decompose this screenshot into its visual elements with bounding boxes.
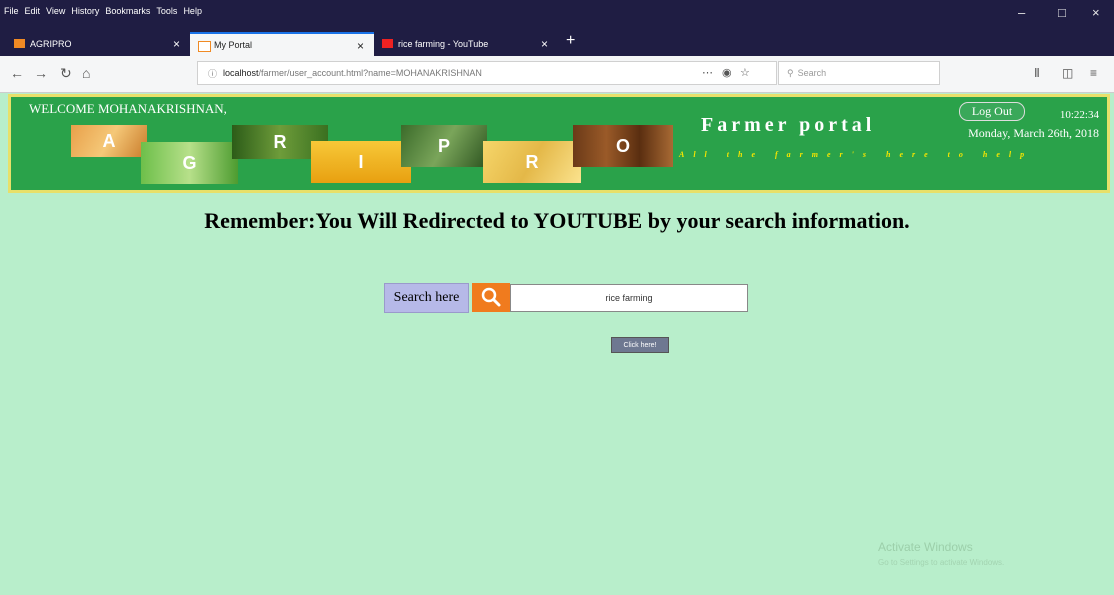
magnifier-icon: [481, 287, 501, 307]
menu-history[interactable]: History: [71, 6, 99, 16]
activate-windows-subtext: Go to Settings to activate Windows.: [878, 558, 1005, 567]
tab-label: rice farming - YouTube: [398, 39, 489, 49]
youtube-favicon-icon: [382, 39, 393, 48]
search-icon: ⚲: [787, 67, 794, 78]
menu-view[interactable]: View: [46, 6, 65, 16]
close-window-icon[interactable]: ×: [1092, 5, 1100, 20]
portal-tagline: All the farmer's here to help: [679, 150, 1034, 159]
letter-tile-o: O: [573, 125, 673, 167]
letter-tile-i: I: [311, 141, 411, 183]
page-header-banner: WELCOME MOHANAKRISHNAN, A G R I P R O Fa…: [8, 94, 1110, 193]
portal-title: Farmer portal: [701, 114, 876, 136]
close-tab-icon[interactable]: ×: [541, 37, 548, 51]
sidebar-icon[interactable]: ◫: [1062, 66, 1073, 80]
menu-list: File Edit View History Bookmarks Tools H…: [4, 6, 202, 16]
agripro-favicon-icon: [14, 39, 25, 48]
page-actions-icon[interactable]: ⋯: [702, 66, 713, 79]
menu-bookmarks[interactable]: Bookmarks: [105, 6, 150, 16]
tab-agripro[interactable]: AGRIPRO ×: [6, 32, 190, 56]
close-tab-icon[interactable]: ×: [357, 39, 364, 53]
window-menubar: File Edit View History Bookmarks Tools H…: [0, 0, 1114, 30]
letter-tile-g: G: [141, 142, 238, 184]
redirect-notice: Remember:You Will Redirected to YOUTUBE …: [204, 208, 910, 233]
letter-tile-r2: R: [483, 141, 581, 183]
letter-tile-a: A: [71, 125, 147, 157]
search-bar[interactable]: ⚲ Search: [778, 61, 940, 85]
clock-time: 10:22:34: [1059, 109, 1099, 121]
address-bar[interactable]: ⓘ localhost /farmer/user_account.html?na…: [197, 61, 777, 85]
url-path: /farmer/user_account.html?name=MOHANAKRI…: [258, 68, 482, 78]
logout-button[interactable]: Log Out: [959, 102, 1025, 121]
reload-icon[interactable]: ↻: [60, 65, 72, 82]
menu-file[interactable]: File: [4, 6, 19, 16]
search-placeholder: Search: [797, 68, 827, 78]
search-button[interactable]: [472, 283, 510, 312]
url-host: localhost: [223, 68, 259, 78]
activate-windows-watermark: Activate Windows: [878, 540, 973, 554]
forward-icon[interactable]: →: [34, 65, 48, 81]
bookmark-star-icon[interactable]: ☆: [740, 66, 750, 79]
menu-edit[interactable]: Edit: [25, 6, 41, 16]
pocket-icon[interactable]: ◉: [722, 66, 732, 79]
portal-favicon-icon: [198, 41, 211, 52]
clock-date: Monday, March 26th, 2018: [968, 126, 1099, 140]
tab-youtube[interactable]: rice farming - YouTube ×: [374, 32, 558, 56]
maximize-icon[interactable]: □: [1058, 5, 1066, 20]
tab-label: My Portal: [214, 40, 253, 50]
welcome-text: WELCOME MOHANAKRISHNAN,: [29, 101, 227, 116]
menu-help[interactable]: Help: [183, 6, 202, 16]
menu-tools[interactable]: Tools: [156, 6, 177, 16]
tab-label: AGRIPRO: [30, 39, 72, 49]
new-tab-icon[interactable]: +: [566, 32, 575, 50]
youtube-search-input[interactable]: [510, 284, 748, 312]
tab-strip: AGRIPRO × My Portal × rice farming - You…: [0, 30, 1114, 56]
library-icon[interactable]: Ⅱ: [1034, 66, 1040, 80]
search-label: Search here: [384, 283, 469, 313]
home-icon[interactable]: ⌂: [82, 65, 90, 81]
hamburger-menu-icon[interactable]: ≡: [1090, 66, 1097, 80]
close-tab-icon[interactable]: ×: [173, 37, 180, 51]
back-icon[interactable]: ←: [10, 65, 24, 81]
tab-my-portal[interactable]: My Portal ×: [190, 32, 374, 56]
minimize-icon[interactable]: –: [1018, 5, 1025, 20]
site-info-icon[interactable]: ⓘ: [208, 67, 217, 80]
click-here-button[interactable]: Click here!: [611, 337, 669, 353]
navigation-bar: ← → ↻ ⌂ ⓘ localhost /farmer/user_account…: [0, 56, 1114, 93]
letter-tile-p: P: [401, 125, 487, 167]
